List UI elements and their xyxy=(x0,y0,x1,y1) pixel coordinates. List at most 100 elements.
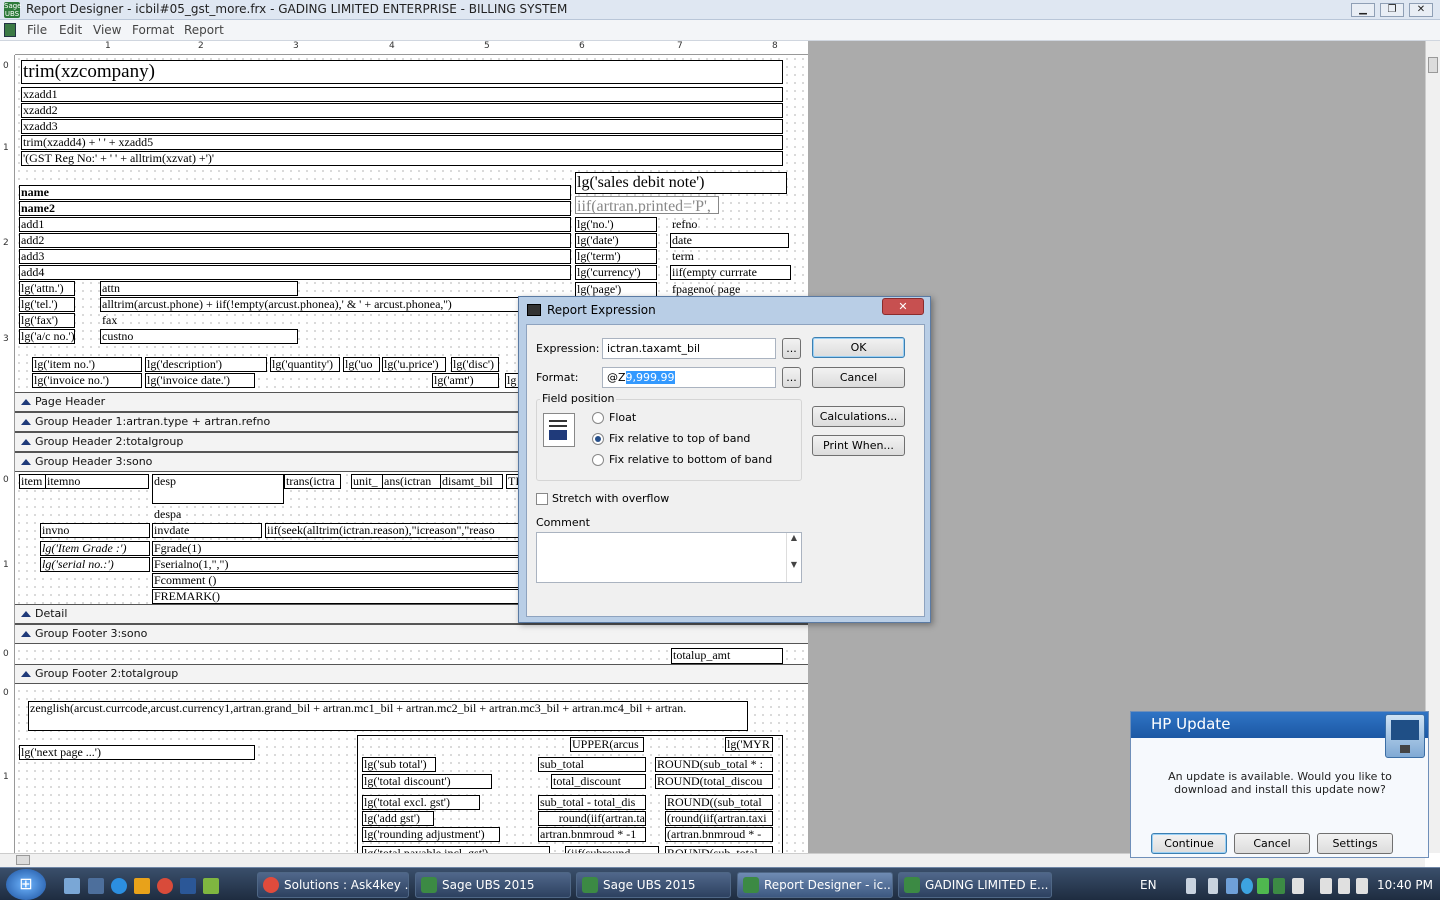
expression-input[interactable]: ictran.taxamt_bil xyxy=(602,338,776,359)
explorer-icon[interactable] xyxy=(88,878,104,894)
field-lg-total-excl-gst[interactable]: lg('total excl. gst') xyxy=(362,795,480,810)
field-lg-invoicedate[interactable]: lg('invoice date.') xyxy=(145,373,255,388)
band-group-footer-3[interactable]: Group Footer 3:sono xyxy=(15,624,808,644)
field-date[interactable]: date xyxy=(670,233,789,248)
field-doc-title[interactable]: lg('sales debit note') xyxy=(575,172,787,194)
field-lg-rounding-adjustment[interactable]: lg('rounding adjustment') xyxy=(362,827,500,842)
media-player-icon[interactable] xyxy=(134,878,150,894)
field-lg-currency[interactable]: lg('currency') xyxy=(575,265,657,280)
chrome-icon[interactable] xyxy=(157,878,173,894)
field-add3[interactable]: add3 xyxy=(19,249,571,264)
hp-cancel-button[interactable]: Cancel xyxy=(1234,833,1310,854)
scroll-thumb[interactable] xyxy=(16,855,30,865)
field-pageno[interactable]: fpageno( page xyxy=(670,282,760,297)
language-indicator[interactable]: EN xyxy=(1140,878,1157,892)
power-icon[interactable] xyxy=(1338,878,1350,894)
tray-icon[interactable] xyxy=(1208,878,1218,894)
internet-explorer-icon[interactable] xyxy=(111,878,127,894)
field-lg-page[interactable]: lg('page') xyxy=(575,282,657,297)
stretch-checkbox[interactable] xyxy=(536,493,548,505)
menu-report[interactable]: Report xyxy=(184,23,224,37)
field-total-discount[interactable]: total_discount xyxy=(551,774,646,789)
field-xzadd2[interactable]: xzadd2 xyxy=(21,103,783,118)
field-add1[interactable]: add1 xyxy=(19,217,571,232)
field-lg-no[interactable]: lg('no.') xyxy=(575,217,657,232)
field-lg-fax[interactable]: lg('fax') xyxy=(19,313,75,328)
fix-bottom-radio[interactable] xyxy=(592,454,604,466)
field-xzadd3[interactable]: xzadd3 xyxy=(21,119,783,134)
scroll-thumb[interactable] xyxy=(1428,57,1438,73)
taskbar-item-report-designer[interactable]: Report Designer - ic... xyxy=(737,872,893,898)
field-itemno[interactable]: itemno xyxy=(45,474,149,489)
field-lg-tel[interactable]: lg('tel.') xyxy=(19,297,75,312)
field-lg-term[interactable]: lg('term') xyxy=(575,249,657,264)
tray-icon[interactable] xyxy=(1226,878,1238,894)
word-icon[interactable] xyxy=(180,878,196,894)
field-zenglish[interactable]: zenglish(arcust.currcode,arcust.currency… xyxy=(28,701,748,731)
field-lg-total-discount[interactable]: lg('total discount') xyxy=(362,774,492,789)
clock[interactable]: 10:40 PM xyxy=(1377,878,1433,892)
field-lg-attn[interactable]: lg('attn.') xyxy=(19,281,75,296)
field-add4[interactable]: add4 xyxy=(19,265,571,280)
network-icon[interactable] xyxy=(1320,878,1332,894)
tray-icon[interactable] xyxy=(1257,878,1269,894)
cancel-button[interactable]: Cancel xyxy=(812,367,905,388)
start-button[interactable]: ⊞ xyxy=(6,869,46,900)
maximize-button[interactable]: ❐ xyxy=(1380,3,1404,17)
field-lg-invoiceno[interactable]: lg('invoice no.') xyxy=(32,373,142,388)
field-lg-add-gst[interactable]: lg('add gst') xyxy=(362,811,434,826)
band-group-footer-2[interactable]: Group Footer 2:totalgroup xyxy=(15,664,808,684)
field-xzadd45[interactable]: trim(xzadd4) + ' ' + xzadd5 xyxy=(21,135,783,150)
field-phone[interactable]: alltrim(arcust.phone) + iif(!empty(arcus… xyxy=(100,297,520,312)
menu-file[interactable]: File xyxy=(27,23,47,37)
show-desktop-icon[interactable] xyxy=(64,878,80,894)
ok-button[interactable]: OK xyxy=(812,337,905,358)
field-item[interactable]: item xyxy=(19,474,47,489)
field-grade[interactable]: Fgrade(1) xyxy=(152,541,525,556)
taskbar-item-solutions[interactable]: Solutions : Ask4key ... xyxy=(257,872,409,898)
taskbar-item-sage-1[interactable]: Sage UBS 2015 xyxy=(415,872,571,898)
field-invdate[interactable]: invdate xyxy=(152,523,262,538)
field-add2[interactable]: add2 xyxy=(19,233,571,248)
tray-icon[interactable] xyxy=(1273,878,1285,894)
field-lg-subtotal[interactable]: lg('sub total') xyxy=(362,757,436,772)
field-bnmroud[interactable]: artran.bnmroud * -1 xyxy=(538,827,646,842)
field-sub-total[interactable]: sub_total xyxy=(538,757,646,772)
field-lg-partial[interactable]: lg xyxy=(505,373,519,388)
field-attn[interactable]: attn xyxy=(100,281,298,296)
field-company[interactable]: trim(xzcompany) xyxy=(21,60,783,84)
field-trans[interactable]: trans(ictra xyxy=(284,474,341,489)
field-lg-nextpage[interactable]: lg('next page ...') xyxy=(19,745,255,760)
field-totalup-amt[interactable]: totalup_amt xyxy=(671,648,783,664)
field-fax[interactable]: fax xyxy=(100,313,298,328)
field-unit[interactable]: unit_ xyxy=(351,474,383,489)
format-builder-button[interactable]: ... xyxy=(782,367,801,388)
field-lg-serial[interactable]: lg('serial no.:') xyxy=(40,557,150,572)
expression-builder-button[interactable]: ... xyxy=(782,338,801,359)
field-lg-item-grade[interactable]: lg('Item Grade :') xyxy=(40,541,150,556)
comment-scrollbar[interactable]: ▲ ▼ xyxy=(786,533,801,582)
field-serial[interactable]: Fserialno(1,",") xyxy=(152,557,525,572)
volume-icon[interactable] xyxy=(1356,878,1368,894)
field-lg-amt[interactable]: lg('amt') xyxy=(432,373,499,388)
format-input[interactable]: @Z9,999.99 xyxy=(602,367,776,388)
print-when-button[interactable]: Print When... xyxy=(812,435,905,456)
notes-icon[interactable] xyxy=(203,878,219,894)
hp-continue-button[interactable]: Continue xyxy=(1151,833,1227,854)
field-trans2[interactable]: ans(ictran xyxy=(382,474,442,489)
field-upper-arcus[interactable]: UPPER(arcus xyxy=(570,737,644,752)
field-lg-itemno[interactable]: lg('item no.') xyxy=(32,357,142,372)
tray-icon[interactable] xyxy=(1292,878,1304,894)
field-comment[interactable]: Fcomment () xyxy=(152,573,525,588)
field-remark[interactable]: FREMARK() xyxy=(152,589,525,604)
field-lg-uom[interactable]: lg('uo xyxy=(343,357,380,372)
field-lg-description[interactable]: lg('description') xyxy=(145,357,267,372)
taskbar-item-gading[interactable]: GADING LIMITED E... xyxy=(898,872,1052,898)
menu-view[interactable]: View xyxy=(93,23,121,37)
hp-settings-button[interactable]: Settings xyxy=(1317,833,1393,854)
field-lg-acno[interactable]: lg('a/c no.') xyxy=(19,329,75,344)
field-round-total-discount[interactable]: ROUND(total_discou xyxy=(655,774,773,789)
field-bnmroud-2[interactable]: (artran.bnmroud * - xyxy=(665,827,773,842)
field-lg-disc[interactable]: lg('disc') xyxy=(451,357,499,372)
field-refno[interactable]: refno xyxy=(670,217,750,232)
